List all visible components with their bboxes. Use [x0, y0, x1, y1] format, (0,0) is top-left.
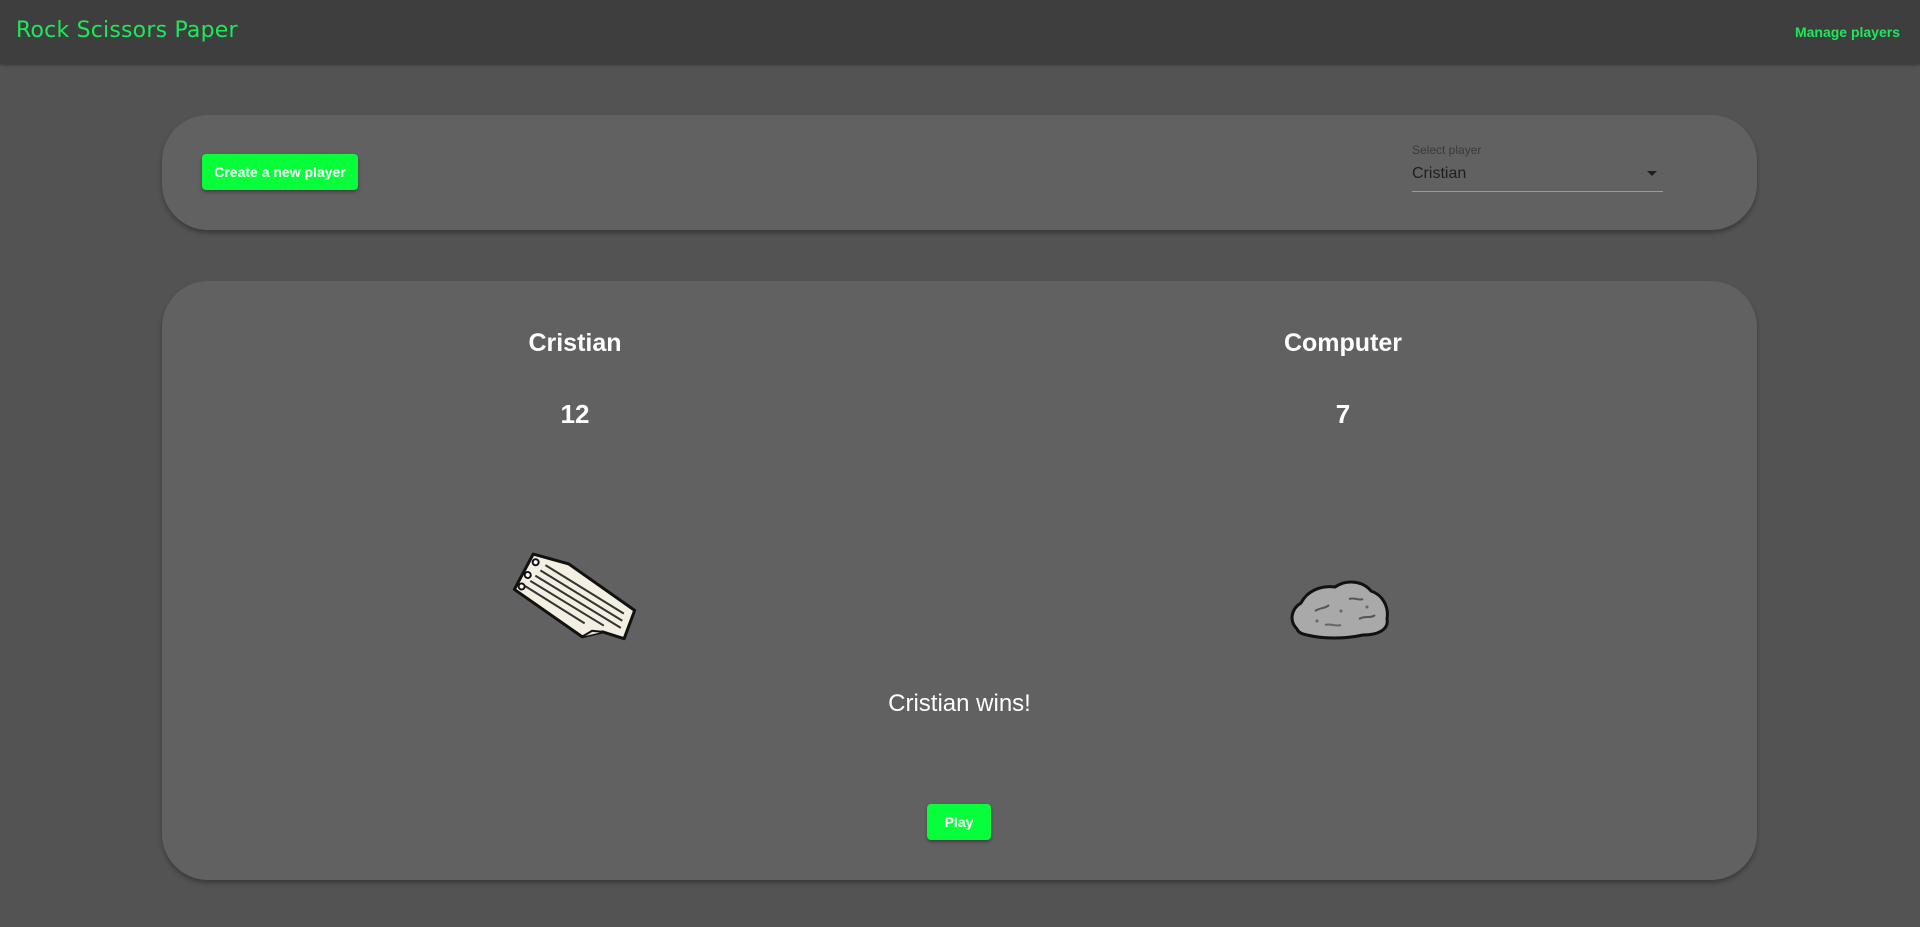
select-player-dropdown[interactable]: Select player Cristian	[1412, 143, 1663, 192]
opponent-score: 7	[1335, 399, 1351, 429]
manage-players-link[interactable]: Manage players	[1795, 24, 1900, 40]
player-controls-card: Create a new player Select player Cristi…	[162, 115, 1757, 230]
opponent-name: Computer	[1283, 329, 1403, 357]
player-name: Cristian	[528, 329, 622, 357]
play-button[interactable]: Play	[927, 804, 991, 840]
game-result: Cristian wins!	[888, 690, 1031, 717]
selected-player-value: Cristian	[1412, 165, 1467, 182]
paper-icon	[512, 552, 637, 641]
player-panel: Cristian 12	[375, 329, 775, 641]
player-score: 12	[560, 399, 590, 429]
top-app-bar: Rock Scissors Paper Manage players	[0, 0, 1920, 64]
select-player-label: Select player	[1412, 143, 1482, 157]
app-title: Rock Scissors Paper	[16, 18, 238, 43]
create-player-button[interactable]: Create a new player	[202, 154, 358, 190]
game-card: Cristian 12 Computer 7 Cristian wins! Pl…	[162, 281, 1757, 880]
chevron-down-icon	[1647, 171, 1657, 176]
rock-icon	[1290, 580, 1389, 640]
opponent-panel: Computer 7	[1143, 329, 1543, 640]
